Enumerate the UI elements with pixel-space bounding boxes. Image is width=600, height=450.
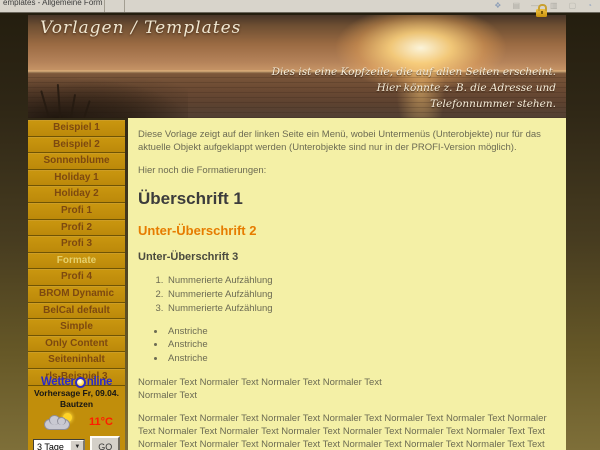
sidebar-item-sonnenblume[interactable]: Sonnenblume: [28, 153, 125, 170]
cloud-sun-icon: [44, 413, 74, 431]
sidebar-item-profi-3[interactable]: Profi 3: [28, 236, 125, 253]
header-sunset-image: Vorlagen / Templates Dies ist eine Kopfz…: [28, 15, 566, 118]
sidebar-item-simple[interactable]: Simple: [28, 319, 125, 336]
numbered-list: Nummerierte Aufzählung Nummerierte Aufzä…: [154, 274, 556, 315]
numbered-list-item: Nummerierte Aufzählung: [166, 288, 556, 302]
sidebar-item-belcal-default[interactable]: BelCal default: [28, 303, 125, 320]
browser-toolbar-icon[interactable]: ▢: [569, 1, 577, 11]
grass-blade: [83, 100, 90, 118]
sidebar-item-brom-dynamic[interactable]: BROM Dynamic: [28, 286, 125, 303]
sidebar-item-holiday-1[interactable]: Holiday 1: [28, 170, 125, 187]
select-value: 3 Tage: [37, 442, 64, 450]
header-tagline: Dies ist eine Kopfzeile, die auf allen S…: [272, 65, 556, 112]
site-title: Vorlagen / Templates: [40, 18, 241, 38]
weather-widget: Wetter nline Vorhersage Fr, 09.04. Bautze…: [28, 376, 125, 450]
numbered-list-item: Nummerierte Aufzählung: [166, 274, 556, 288]
brand-text: nline: [87, 376, 112, 388]
sample-heading-3: Unter-Überschrift 3: [138, 251, 556, 263]
bullet-list: Anstriche Anstriche Anstriche: [154, 325, 556, 366]
tagline-line: Hier könnte z. B. die Adresse und: [377, 82, 556, 94]
browser-toolbar-icon[interactable]: ❖: [494, 1, 501, 11]
chevron-down-icon[interactable]: ▼: [70, 440, 84, 450]
wetteronline-logo[interactable]: Wetter nline: [28, 376, 125, 388]
sidebar-item-only-content[interactable]: Only Content: [28, 336, 125, 353]
sidebar-item-profi-2[interactable]: Profi 2: [28, 220, 125, 237]
browser-toolbar-icon[interactable]: ◔: [587, 1, 592, 11]
cloud-icon: [44, 419, 70, 430]
bullet-list-item: Anstriche: [166, 338, 556, 352]
sidebar-item-seiteninhalt[interactable]: Seiteninhalt: [28, 352, 125, 369]
main-content: Diese Vorlage zeigt auf der linken Seite…: [128, 118, 566, 450]
intro-paragraph: Diese Vorlage zeigt auf der linken Seite…: [138, 128, 556, 154]
sample-heading-1: Überschrift 1: [138, 189, 556, 209]
sidebar-item-profi-1[interactable]: Profi 1: [28, 203, 125, 220]
numbered-list-item: Nummerierte Aufzählung: [166, 302, 556, 316]
brand-text: Wetter: [41, 376, 75, 388]
sidebar-item-profi-4[interactable]: Profi 4: [28, 269, 125, 286]
normal-text-short: Normaler Text Normaler Text Normaler Tex…: [138, 376, 556, 402]
sidebar-item-beispiel-2[interactable]: Beispiel 2: [28, 137, 125, 154]
lock-icon[interactable]: [536, 9, 547, 17]
browser-toolbar-icon[interactable]: ▥: [550, 1, 558, 11]
tab-separator: [104, 0, 105, 12]
sun-o-icon: [75, 377, 86, 388]
sidebar-item-formate[interactable]: Formate: [28, 253, 125, 270]
dune-grass-silhouette: [28, 76, 188, 118]
normal-text-long: Normaler Text Normaler Text Normaler Tex…: [138, 412, 556, 450]
weather-controls: 3 Tage ▼ GO: [28, 436, 125, 450]
go-button[interactable]: GO: [90, 436, 120, 450]
browser-toolbar-icon[interactable]: ▤: [512, 1, 520, 11]
grass-blade: [70, 94, 76, 118]
intro-paragraph-2: Hier noch die Formatierungen:: [138, 164, 556, 177]
grass-blade: [57, 84, 61, 118]
browser-tab-title[interactable]: emplates - Allgemeine Formate für Texte …: [3, 0, 103, 7]
tagline-line: Dies ist eine Kopfzeile, die auf allen S…: [272, 66, 556, 78]
sample-heading-2: Unter-Überschrift 2: [138, 223, 556, 238]
forecast-row: 11°C: [28, 412, 125, 432]
grass-blade: [40, 90, 50, 117]
forecast-location: Bautzen: [28, 399, 125, 410]
forecast-range-select[interactable]: 3 Tage ▼: [33, 439, 85, 450]
sidebar-item-beispiel-1[interactable]: Beispiel 1: [28, 120, 125, 137]
browser-chrome-strip: emplates - Allgemeine Formate für Texte …: [0, 0, 600, 13]
forecast-date: Vorhersage Fr, 09.04.: [28, 388, 125, 399]
bullet-list-item: Anstriche: [166, 325, 556, 339]
sidebar-menu: Beispiel 1 Beispiel 2 Sonnenblume Holida…: [28, 120, 125, 450]
sidebar-item-holiday-2[interactable]: Holiday 2: [28, 186, 125, 203]
tagline-line: Telefonnummer stehen.: [430, 98, 556, 110]
bullet-list-item: Anstriche: [166, 352, 556, 366]
tab-separator: [124, 0, 125, 12]
temperature-value: 11°C: [89, 416, 113, 428]
screenshot-stage: emplates - Allgemeine Formate für Texte …: [0, 0, 600, 450]
